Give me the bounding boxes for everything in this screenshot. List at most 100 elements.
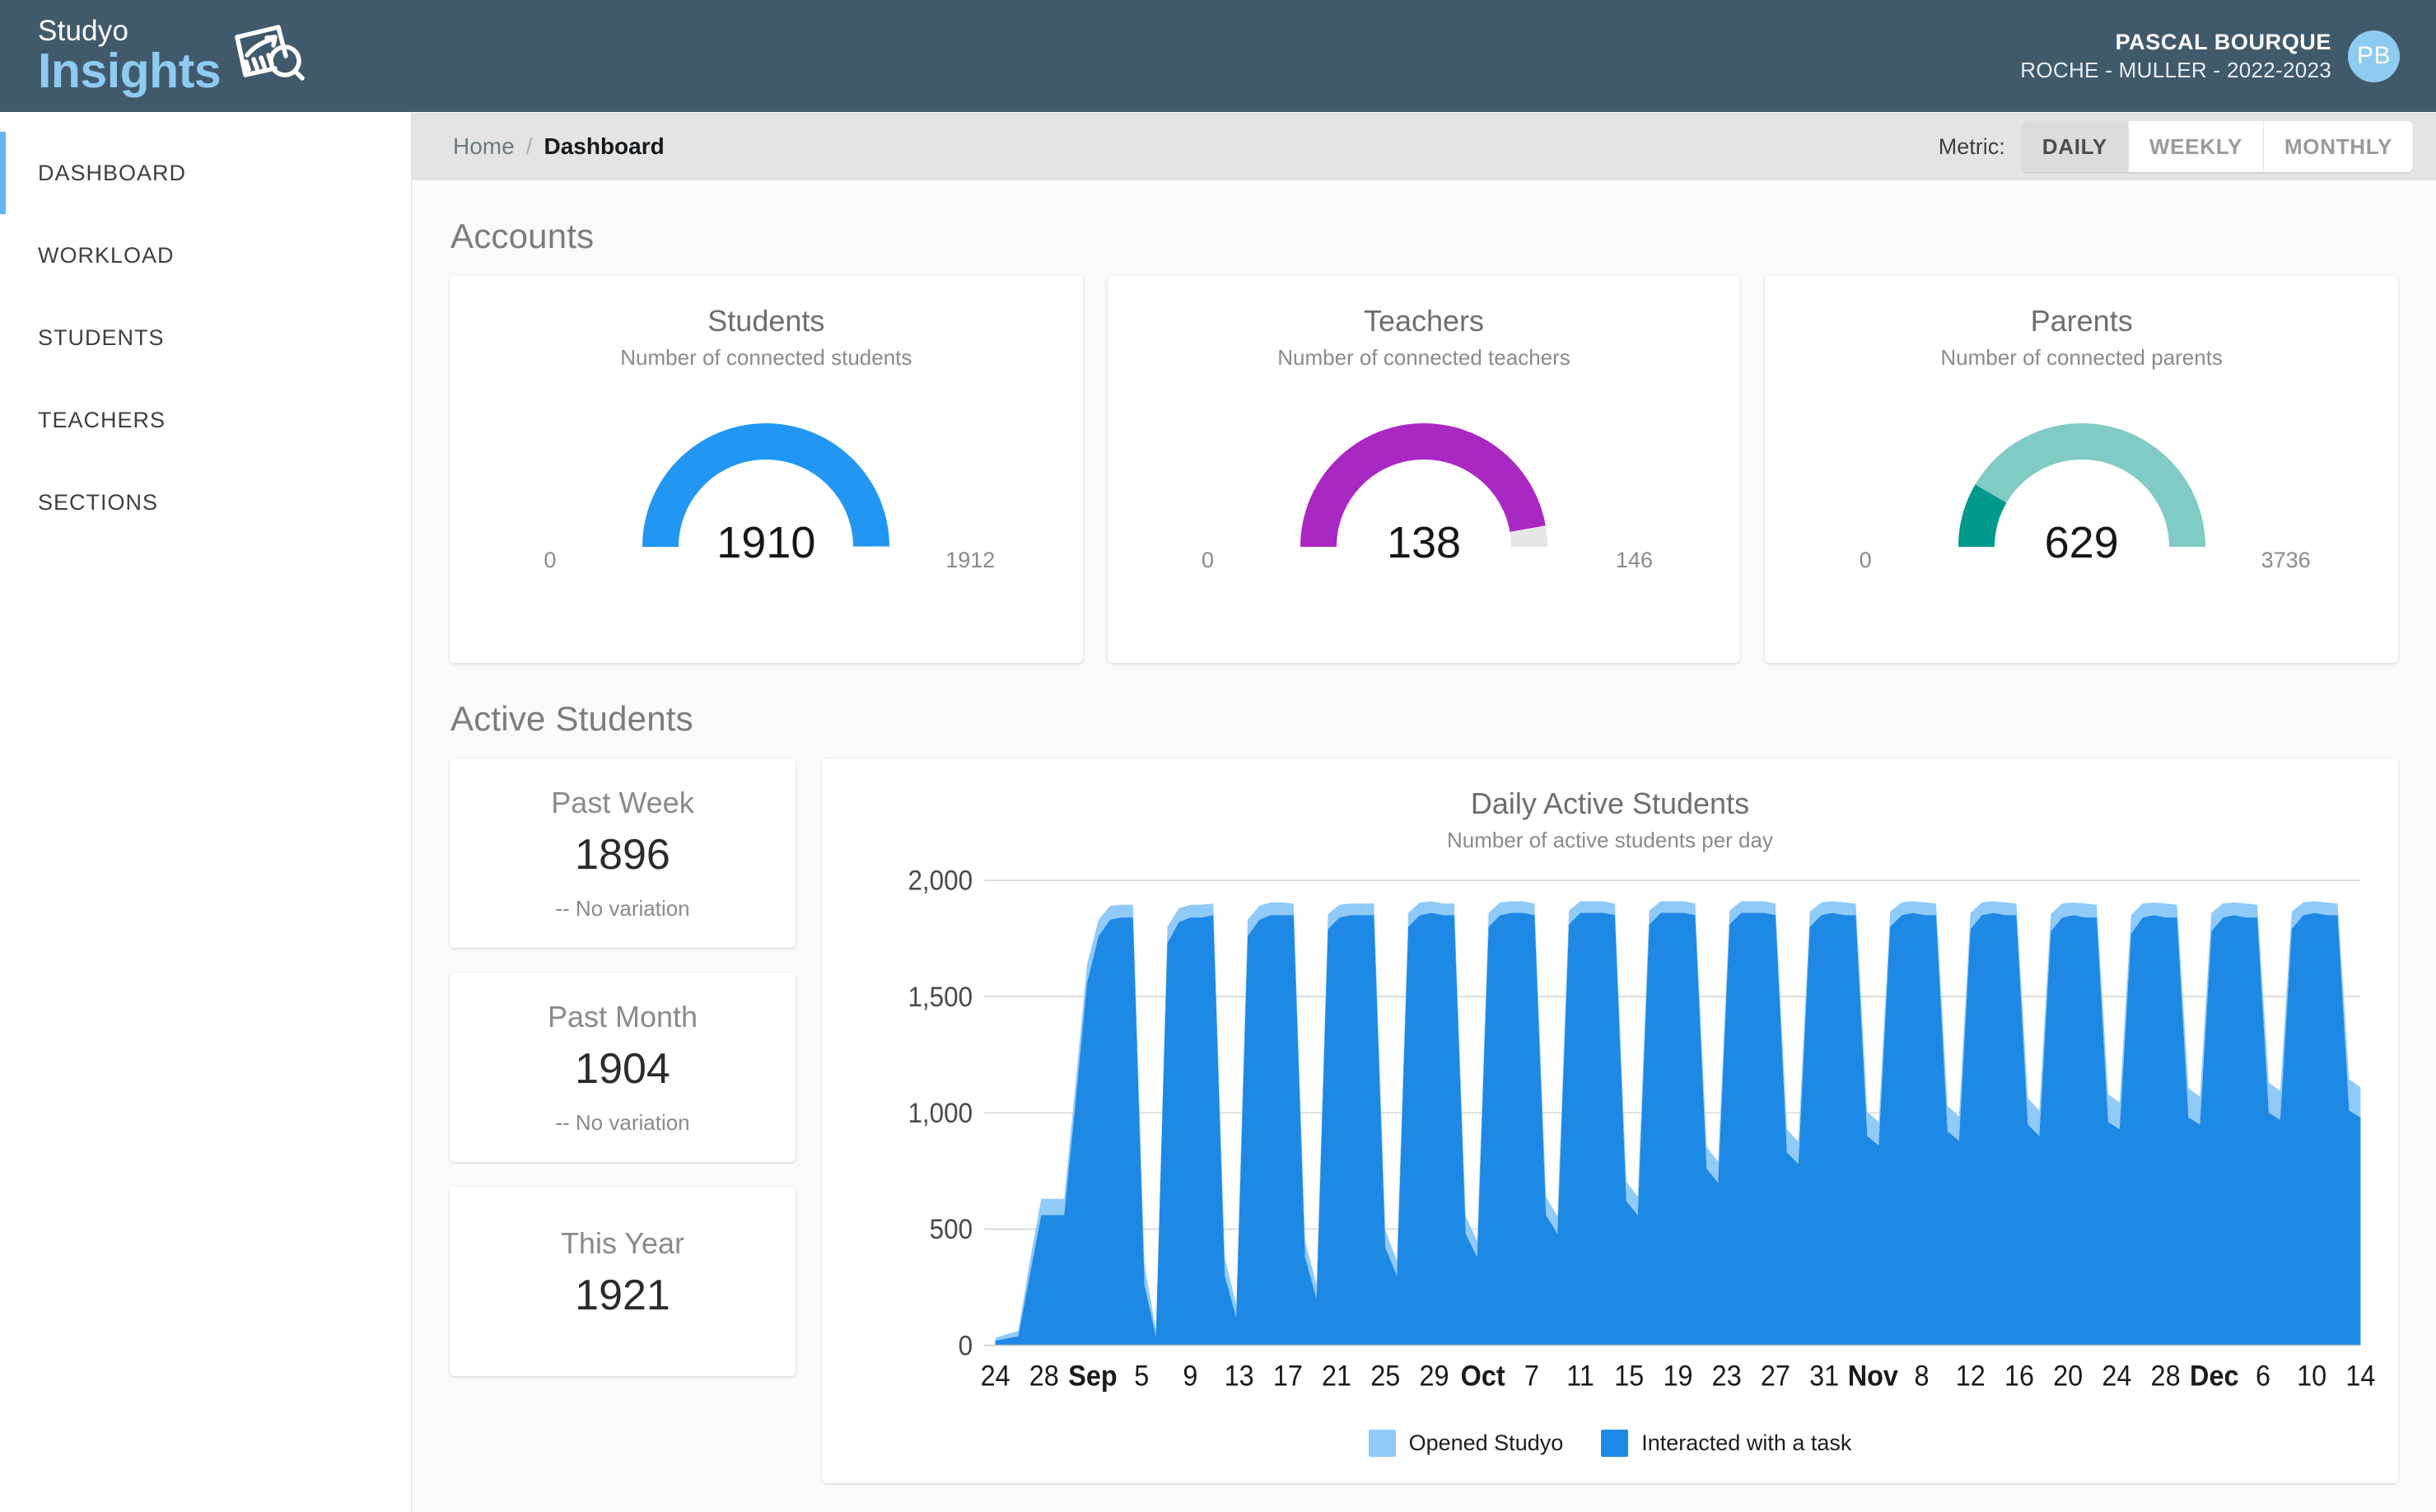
avatar[interactable]: PB xyxy=(2348,30,2400,82)
svg-text:8: 8 xyxy=(1915,1360,1930,1393)
gauge-card-students: Students Number of connected students 19… xyxy=(450,276,1083,663)
brand-name-studyo: Studyo xyxy=(38,16,221,45)
sidebar-item-label: STUDENTS xyxy=(38,325,165,351)
gauge-card-parents: Parents Number of connected parents 629 … xyxy=(1765,276,2398,663)
svg-text:25: 25 xyxy=(1370,1360,1400,1393)
svg-text:24: 24 xyxy=(2102,1360,2131,1393)
stat-label: This Year xyxy=(561,1226,684,1261)
gauge-subtitle: Number of connected students xyxy=(620,345,912,371)
svg-text:19: 19 xyxy=(1663,1360,1692,1393)
gauge-parents: 629 0 3736 xyxy=(1851,400,2312,573)
svg-text:10: 10 xyxy=(2297,1360,2326,1393)
legend-swatch xyxy=(1601,1430,1628,1457)
brand-wordmark: Studyo Insights xyxy=(38,16,221,96)
stat-card-past-week: Past Week 1896 -- No variation xyxy=(450,758,796,948)
chart-magnifier-icon xyxy=(227,21,306,96)
svg-text:28: 28 xyxy=(2151,1360,2181,1393)
svg-text:14: 14 xyxy=(2345,1360,2375,1393)
gauge-min-label: 0 xyxy=(544,548,556,573)
stat-value: 1896 xyxy=(575,830,670,880)
metric-label: Metric: xyxy=(1939,134,2005,160)
svg-text:1,000: 1,000 xyxy=(908,1097,973,1128)
sidebar-item-dashboard[interactable]: DASHBOARD xyxy=(0,132,411,214)
legend-label: Interacted with a task xyxy=(1641,1430,1851,1456)
svg-text:31: 31 xyxy=(1809,1360,1839,1393)
gauge-subtitle: Number of connected parents xyxy=(1940,345,2223,371)
sidebar-item-students[interactable]: STUDENTS xyxy=(0,296,411,379)
gauge-max-label: 1912 xyxy=(945,548,995,573)
gauge-value: 1910 xyxy=(535,517,996,568)
svg-text:1,500: 1,500 xyxy=(908,981,973,1012)
stat-value: 1921 xyxy=(575,1271,670,1320)
sidebar-item-sections[interactable]: SECTIONS xyxy=(0,461,411,544)
user-organization: ROCHE - MULLER - 2022-2023 xyxy=(2020,57,2331,84)
gauge-teachers: 138 0 146 xyxy=(1193,400,1654,573)
svg-text:24: 24 xyxy=(981,1360,1010,1393)
svg-text:5: 5 xyxy=(1134,1360,1149,1393)
svg-text:12: 12 xyxy=(1956,1360,1986,1393)
stat-card-past-month: Past Month 1904 -- No variation xyxy=(450,973,796,1162)
sidebar-item-label: DASHBOARD xyxy=(38,161,186,186)
svg-text:29: 29 xyxy=(1419,1360,1449,1393)
sidebar-item-teachers[interactable]: TEACHERS xyxy=(0,379,411,461)
user-account-area[interactable]: PASCAL BOURQUE ROCHE - MULLER - 2022-202… xyxy=(2020,28,2436,84)
metric-button-monthly[interactable]: MONTHLY xyxy=(2264,121,2413,172)
gauge-subtitle: Number of connected teachers xyxy=(1277,345,1570,371)
sidebar-item-label: TEACHERS xyxy=(38,408,166,433)
svg-text:9: 9 xyxy=(1183,1360,1197,1393)
svg-text:21: 21 xyxy=(1322,1360,1351,1393)
gauge-title: Teachers xyxy=(1364,304,1484,338)
gauge-min-label: 0 xyxy=(1860,548,1872,573)
stat-label: Past Week xyxy=(551,786,693,820)
user-info-text: PASCAL BOURQUE ROCHE - MULLER - 2022-202… xyxy=(2020,28,2331,84)
breadcrumb-bar: Home / Dashboard Metric: DAILY WEEKLY MO… xyxy=(412,113,2436,180)
sidebar-item-workload[interactable]: WORKLOAD xyxy=(0,214,411,296)
svg-text:0: 0 xyxy=(959,1329,973,1360)
stat-card-this-year: This Year 1921 xyxy=(450,1187,796,1376)
svg-text:15: 15 xyxy=(1614,1360,1644,1393)
breadcrumb-separator: / xyxy=(526,133,533,160)
sidebar-nav: DASHBOARD WORKLOAD STUDENTS TEACHERS SEC… xyxy=(0,112,412,1512)
breadcrumb-home-link[interactable]: Home xyxy=(453,133,515,160)
stat-variation: -- No variation xyxy=(555,1110,689,1136)
accounts-cards-row: Students Number of connected students 19… xyxy=(450,276,2398,663)
accounts-section-title: Accounts xyxy=(450,217,2398,256)
chart-subtitle: Number of active students per day xyxy=(1447,828,1773,853)
gauge-title: Parents xyxy=(2031,304,2133,338)
breadcrumb-current-page: Dashboard xyxy=(544,133,664,160)
active-students-stat-column: Past Week 1896 -- No variation Past Mont… xyxy=(450,758,796,1376)
svg-text:16: 16 xyxy=(2004,1360,2034,1393)
sidebar-item-label: WORKLOAD xyxy=(38,243,175,268)
gauge-value: 138 xyxy=(1193,517,1654,568)
gauge-value: 629 xyxy=(1851,517,2312,568)
chart-legend: Opened Studyo Interacted with a task xyxy=(1369,1430,1852,1468)
chart-title: Daily Active Students xyxy=(1471,786,1749,821)
legend-item-opened-studyo[interactable]: Opened Studyo xyxy=(1369,1430,1564,1457)
svg-text:20: 20 xyxy=(2053,1360,2083,1393)
legend-swatch xyxy=(1369,1430,1396,1457)
svg-text:500: 500 xyxy=(930,1213,973,1244)
metric-selector: Metric: DAILY WEEKLY MONTHLY xyxy=(1939,121,2413,172)
daily-active-students-chart-card: Daily Active Students Number of active s… xyxy=(822,758,2398,1483)
gauge-title: Students xyxy=(707,304,824,338)
svg-text:23: 23 xyxy=(1712,1360,1742,1393)
brand-logo-group[interactable]: Studyo Insights xyxy=(0,16,306,96)
svg-text:28: 28 xyxy=(1029,1360,1059,1393)
gauge-students: 1910 0 1912 xyxy=(535,400,996,573)
svg-text:6: 6 xyxy=(2256,1360,2270,1393)
svg-text:11: 11 xyxy=(1566,1360,1594,1393)
svg-text:Dec: Dec xyxy=(2190,1360,2238,1393)
active-students-section-title: Active Students xyxy=(450,699,2398,739)
legend-item-interacted-with-task[interactable]: Interacted with a task xyxy=(1601,1430,1851,1457)
active-students-row: Past Week 1896 -- No variation Past Mont… xyxy=(450,758,2398,1483)
svg-text:Nov: Nov xyxy=(1848,1360,1898,1393)
gauge-card-teachers: Teachers Number of connected teachers 13… xyxy=(1108,276,1741,663)
metric-button-weekly[interactable]: WEEKLY xyxy=(2129,121,2264,172)
metric-button-daily[interactable]: DAILY xyxy=(2022,121,2129,172)
svg-text:27: 27 xyxy=(1761,1360,1790,1393)
area-chart-svg[interactable]: 05001,0001,5002,0002428Sep591317212529Oc… xyxy=(842,868,2378,1430)
stat-value: 1904 xyxy=(575,1044,670,1094)
stat-label: Past Month xyxy=(548,1000,698,1034)
main-content: Accounts Students Number of connected st… xyxy=(412,180,2436,1512)
svg-text:13: 13 xyxy=(1225,1360,1254,1393)
